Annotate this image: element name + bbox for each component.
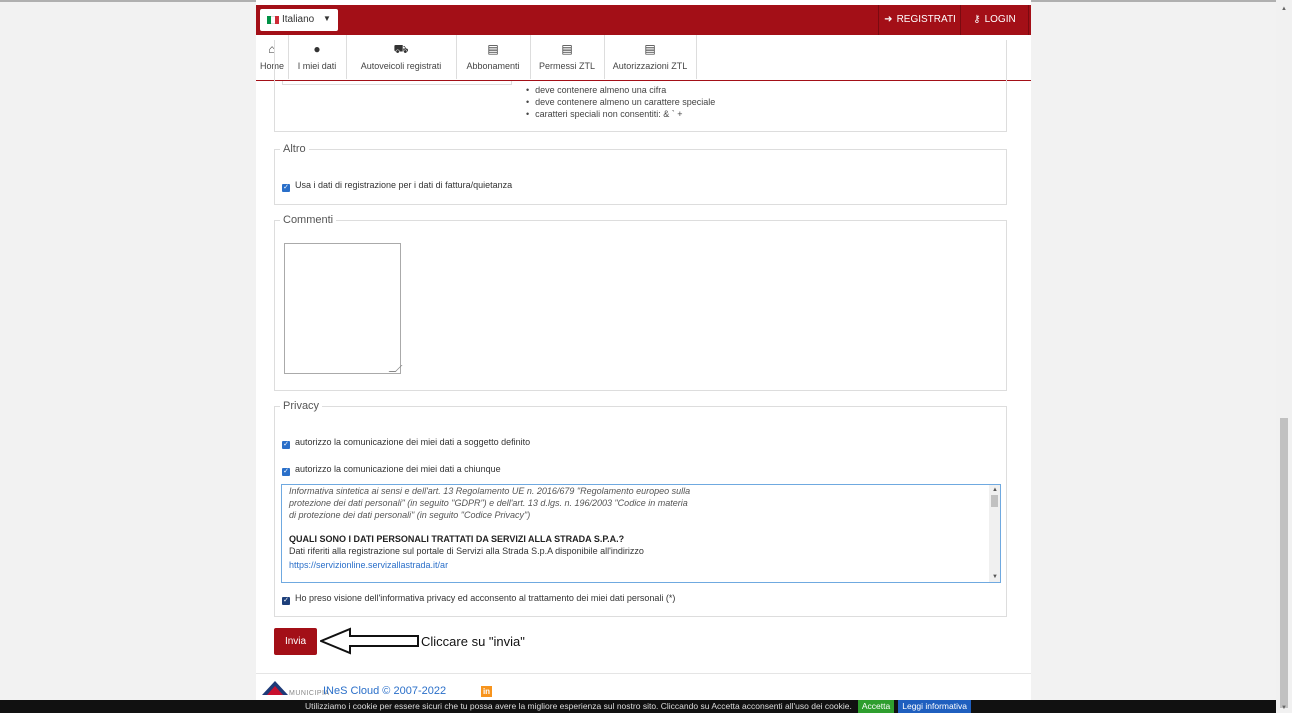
scroll-thumb[interactable] <box>991 495 998 507</box>
scroll-down-icon[interactable]: ▼ <box>992 574 998 580</box>
privacy-acknowledge-label: Ho preso visione dell'informativa privac… <box>295 593 676 603</box>
password-rule: deve contenere almeno un carattere speci… <box>526 96 715 108</box>
altro-legend: Altro <box>280 143 309 155</box>
consent-defined-label: autorizzo la comunicazione dei miei dati… <box>295 437 531 447</box>
submit-button[interactable]: Invia <box>274 628 317 655</box>
info-link[interactable]: https://servizionline.servizallastrada.i… <box>289 559 989 571</box>
cookie-message: Utilizziamo i cookie per essere sicuri c… <box>305 701 852 711</box>
sign-in-icon: ➜ <box>884 14 893 25</box>
cookie-bar: Utilizziamo i cookie per essere sicuri c… <box>0 700 1276 713</box>
annotation-text: Cliccare su "invia" <box>421 634 525 649</box>
invoice-data-label: Usa i dati di registrazione per i dati d… <box>295 180 513 190</box>
login-button[interactable]: ⚷ LOGIN <box>960 5 1029 35</box>
page-container: Italiano ▼ ➜ REGISTRATI ⚷ LOGIN ⌂ Home ● I… <box>256 0 1031 700</box>
register-label: REGISTRATI <box>896 14 956 25</box>
password-input[interactable] <box>282 81 512 85</box>
municipia-logo-icon <box>262 681 288 695</box>
commenti-legend: Commenti <box>280 214 337 226</box>
checkbox-checked-icon: ✓ <box>282 184 290 192</box>
privacy-acknowledge-checkbox[interactable]: ✓ Ho preso visione dell'informativa priva… <box>282 593 675 605</box>
password-rule: deve contenere almeno una cifra <box>526 84 715 96</box>
info-line: protezione dei dati personali" (in segui… <box>289 498 688 508</box>
scroll-up-icon[interactable]: ▲ <box>992 487 998 493</box>
key-icon: ⚷ <box>973 14 981 25</box>
comments-textarea[interactable] <box>284 243 403 374</box>
copyright-link[interactable]: INeS Cloud © 2007-2022 <box>323 685 446 697</box>
consent-anyone-label: autorizzo la comunicazione dei miei dati… <box>295 464 501 474</box>
privacy-scrollbar[interactable]: ▲ ▼ <box>989 485 1000 582</box>
linkedin-icon[interactable]: in <box>481 686 492 697</box>
checkbox-checked-icon: ✓ <box>282 468 290 476</box>
login-label: LOGIN <box>984 14 1016 25</box>
password-rules: deve contenere almeno una cifra deve con… <box>526 84 715 120</box>
password-rule: caratteri speciali non consentiti: & ` + <box>526 108 715 120</box>
scroll-thumb[interactable] <box>1280 418 1288 708</box>
page-scrollbar[interactable]: ▲ ▼ <box>1276 0 1292 713</box>
checkbox-checked-icon: ✓ <box>282 597 290 605</box>
privacy-legend: Privacy <box>280 400 323 412</box>
chevron-down-icon: ▼ <box>323 14 331 23</box>
cookie-info-button[interactable]: Leggi informativa <box>898 700 971 713</box>
checkbox-checked-icon: ✓ <box>282 441 290 449</box>
info-text: Dati riferiti alla registrazione sul por… <box>289 546 644 556</box>
register-button[interactable]: ➜ REGISTRATI <box>878 5 961 35</box>
top-bar: Italiano ▼ ➜ REGISTRATI ⚷ LOGIN <box>256 5 1031 35</box>
language-label: Italiano <box>282 14 315 25</box>
footer-divider <box>256 673 1031 674</box>
consent-anyone-checkbox[interactable]: ✓ autorizzo la comunicazione dei miei dat… <box>282 464 501 476</box>
invoice-data-checkbox[interactable]: ✓ Usa i dati di registrazione per i dati … <box>282 180 512 192</box>
privacy-info-box[interactable]: Informativa sintetica ai sensi e dell'ar… <box>281 484 1001 583</box>
info-line: di protezione dei dati personali" (in se… <box>289 510 531 520</box>
scroll-up-icon[interactable]: ▲ <box>1281 6 1287 12</box>
info-line: Informativa sintetica ai sensi e dell'ar… <box>289 486 691 496</box>
privacy-info-content: Informativa sintetica ai sensi e dell'ar… <box>289 485 989 571</box>
info-heading: QUALI SONO I DATI PERSONALI TRATTATI DA … <box>289 534 625 544</box>
consent-defined-checkbox[interactable]: ✓ autorizzo la comunicazione dei miei dat… <box>282 437 530 449</box>
language-selector[interactable]: Italiano ▼ <box>260 9 338 31</box>
scroll-down-icon[interactable]: ▼ <box>1281 705 1287 711</box>
resize-handle-icon[interactable] <box>388 365 403 372</box>
cookie-accept-button[interactable]: Accetta <box>857 700 895 713</box>
altro-fieldset <box>274 149 1007 205</box>
italian-flag-icon <box>267 16 279 24</box>
arrow-left-icon <box>320 627 419 655</box>
